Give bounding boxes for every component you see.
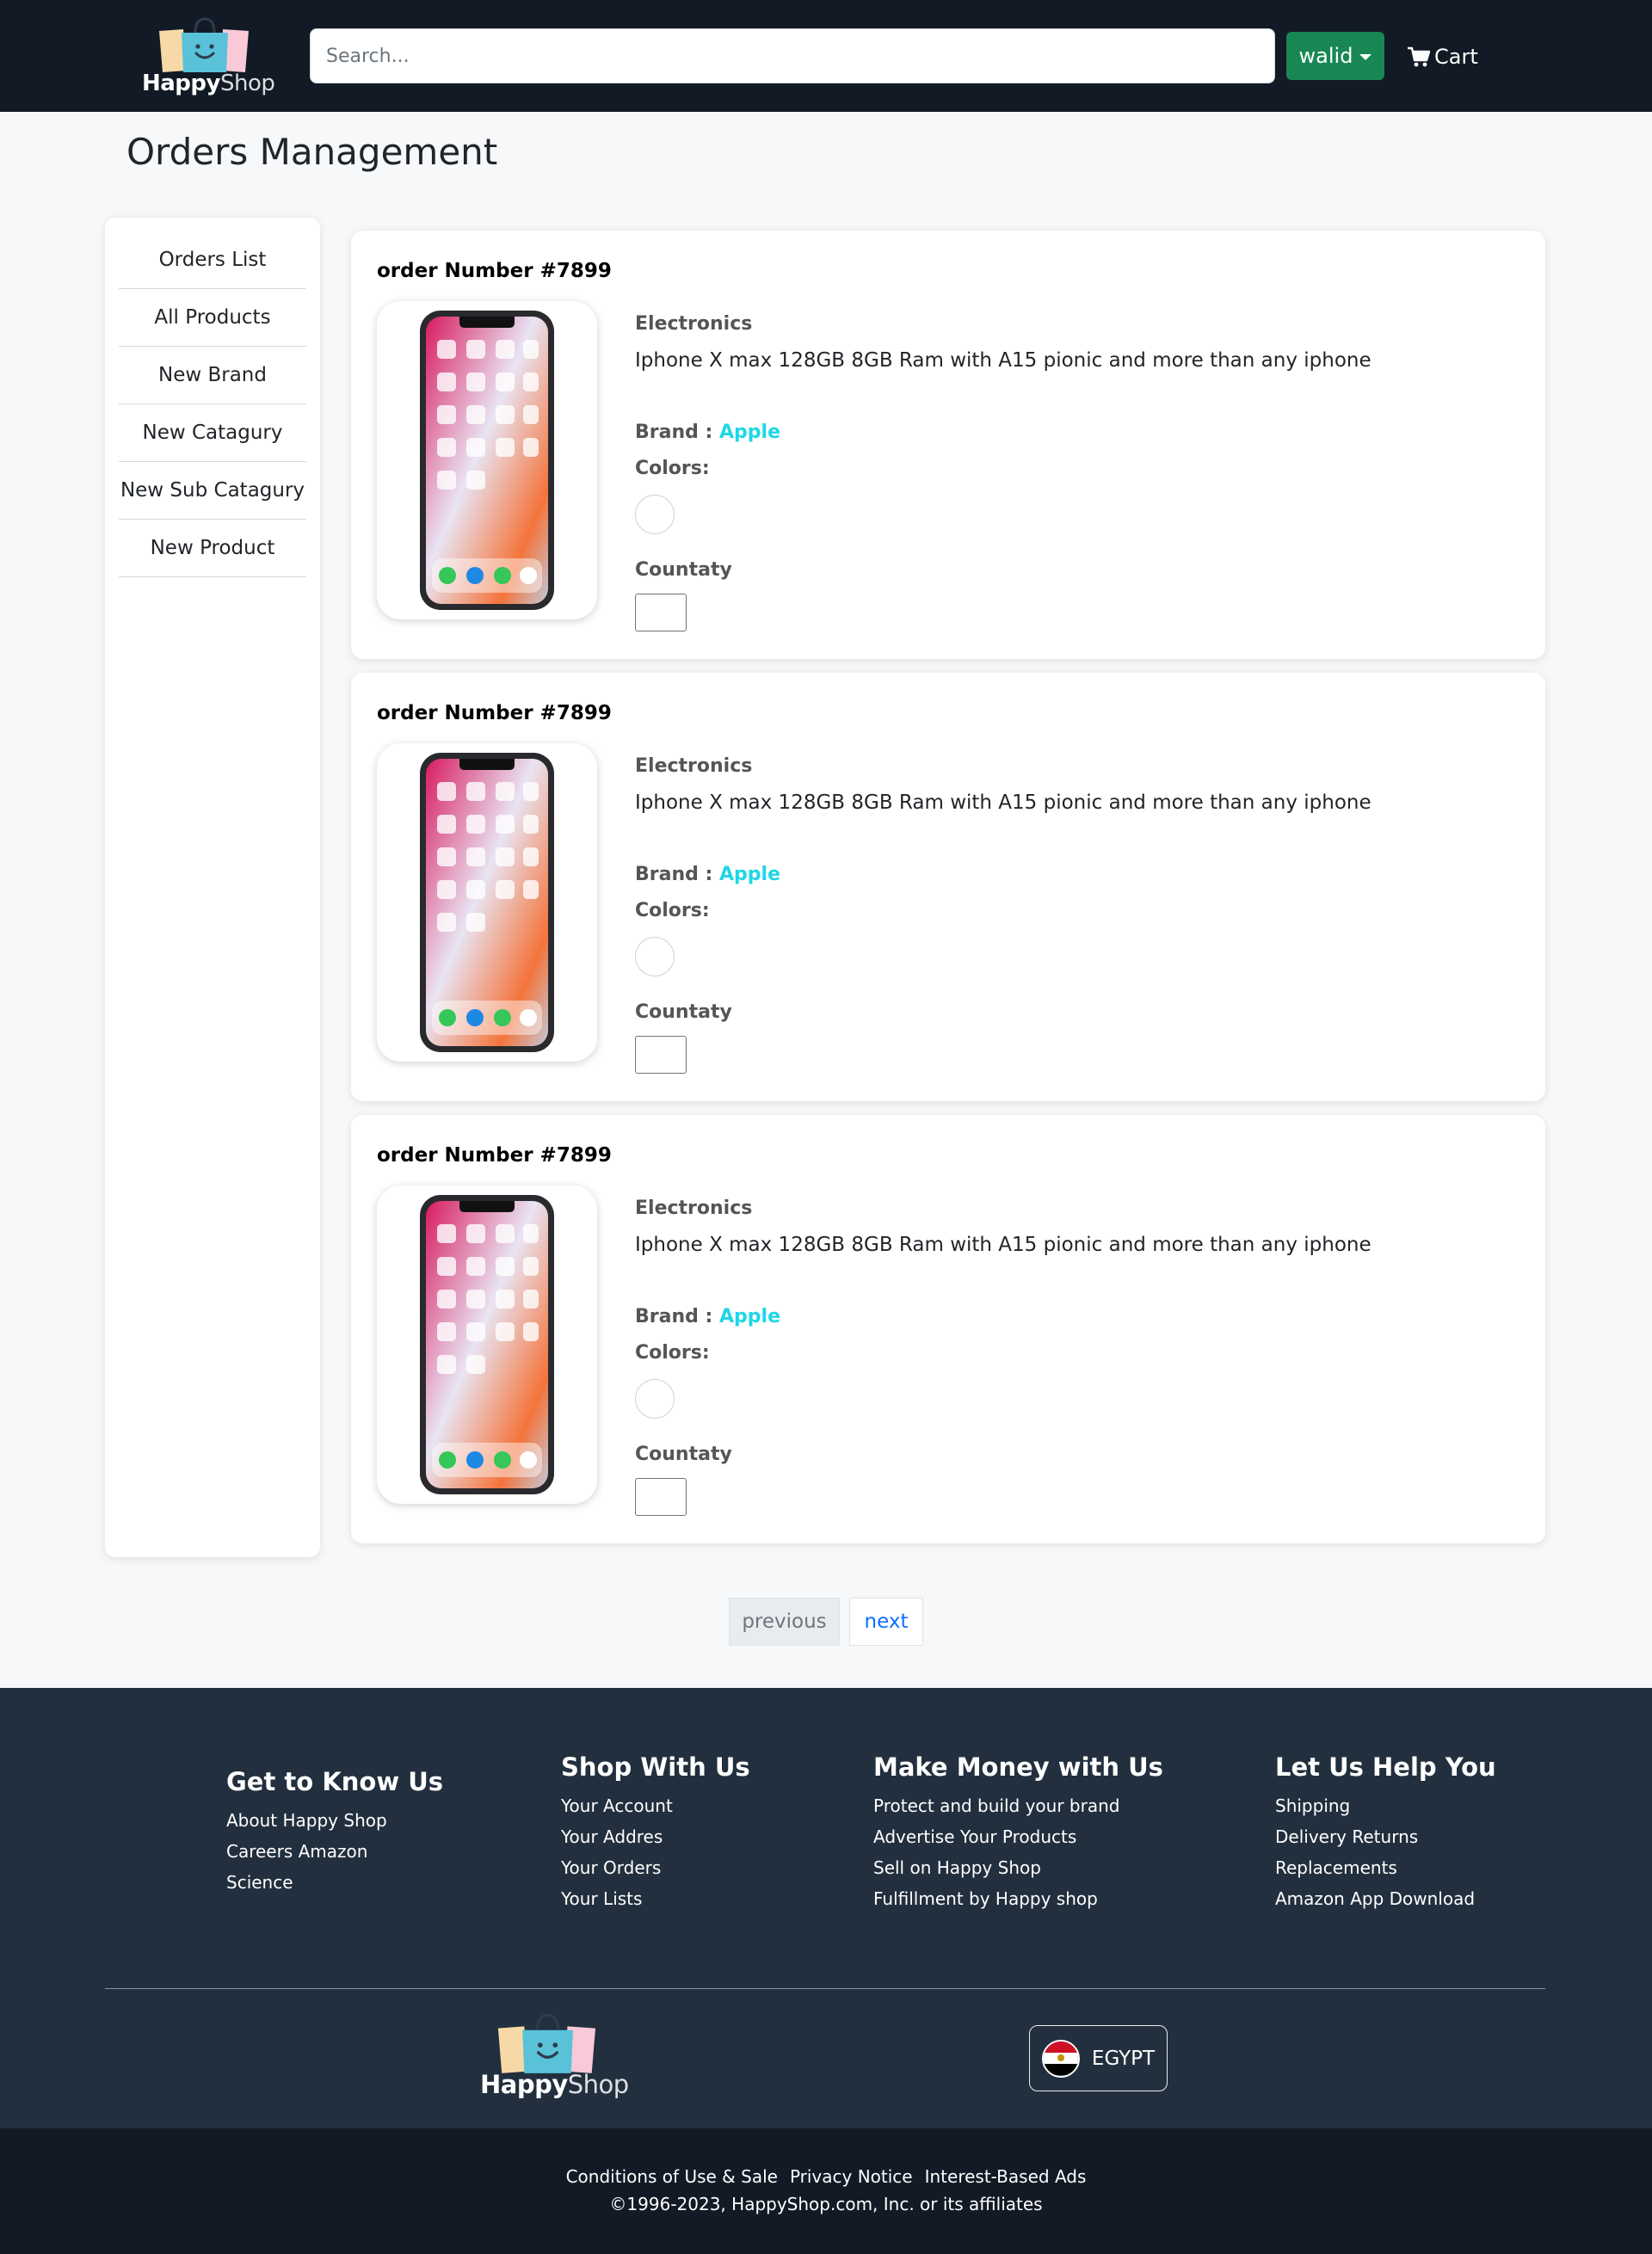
footer-link[interactable]: Delivery Returns xyxy=(1275,1821,1496,1852)
product-category: Electronics xyxy=(635,1198,753,1219)
previous-page-button[interactable]: previous xyxy=(729,1598,840,1646)
footer-link[interactable]: Your Addres xyxy=(561,1821,750,1852)
product-category: Electronics xyxy=(635,755,753,777)
color-swatch[interactable] xyxy=(635,495,675,534)
logo-wordmark: HappyShop xyxy=(480,2070,629,2099)
brand-value: Apple xyxy=(719,864,780,885)
brand-row: Brand : Apple xyxy=(635,422,780,443)
footer-column-get-to-know-us: Get to Know Us About Happy Shop Careers … xyxy=(226,1767,443,1898)
brand-label: Brand : xyxy=(635,1306,713,1327)
egypt-flag-icon xyxy=(1041,2039,1080,2078)
footer-link[interactable]: Sell on Happy Shop xyxy=(873,1852,1163,1883)
quantity-field[interactable] xyxy=(635,594,687,631)
cart-icon xyxy=(1408,46,1431,67)
product-title: Iphone X max 128GB 8GB Ram with A15 pion… xyxy=(635,791,1372,814)
brand-row: Brand : Apple xyxy=(635,1306,780,1327)
country-selector-button[interactable]: EGYPT xyxy=(1029,2025,1168,2091)
footer-link[interactable]: Shipping xyxy=(1275,1790,1496,1821)
footer-link[interactable]: Your Orders xyxy=(561,1852,750,1883)
search-input[interactable] xyxy=(310,28,1275,83)
colors-label: Colors: xyxy=(635,900,710,921)
product-thumbnail[interactable] xyxy=(377,1186,597,1504)
product-thumbnail[interactable] xyxy=(377,743,597,1062)
footer-link[interactable]: Replacements xyxy=(1275,1852,1496,1883)
caret-down-icon xyxy=(1359,53,1372,60)
user-dropdown-button[interactable]: walid xyxy=(1286,32,1384,80)
footer-link[interactable]: Amazon App Download xyxy=(1275,1883,1496,1914)
quantity-label: Countaty xyxy=(635,559,732,581)
footer-link[interactable]: Your Lists xyxy=(561,1883,750,1914)
shopping-bags-logo-icon xyxy=(159,17,249,72)
brand-value: Apple xyxy=(719,1306,780,1327)
smartphone-image xyxy=(420,753,554,1052)
footer-link[interactable]: Fulfillment by Happy shop xyxy=(873,1883,1163,1914)
product-title: Iphone X max 128GB 8GB Ram with A15 pion… xyxy=(635,1234,1372,1256)
legal-links: Conditions of Use & Sale Privacy Notice … xyxy=(0,2166,1652,2187)
product-thumbnail[interactable] xyxy=(377,301,597,619)
quantity-label: Countaty xyxy=(635,1444,732,1465)
shopping-bags-logo-icon xyxy=(497,2013,596,2073)
footer-divider xyxy=(105,1988,1545,1989)
footer-column-heading: Get to Know Us xyxy=(226,1767,444,1796)
cart-link[interactable]: Cart xyxy=(1407,40,1478,74)
order-number: order Number #7899 xyxy=(377,702,612,724)
footer-column-heading: Make Money with Us xyxy=(873,1752,1163,1782)
smartphone-image xyxy=(420,1195,554,1494)
footer-column-make-money: Make Money with Us Protect and build you… xyxy=(873,1752,1163,1914)
colors-label: Colors: xyxy=(635,458,710,479)
sidebar-item-new-brand[interactable]: New Brand xyxy=(119,347,306,404)
footer-column-help: Let Us Help You Shipping Delivery Return… xyxy=(1275,1752,1496,1914)
happyshop-logo[interactable]: HappyShop xyxy=(142,15,275,102)
brand-value: Apple xyxy=(719,422,780,443)
sidebar-item-new-category[interactable]: New Catagury xyxy=(119,404,306,462)
country-label: EGYPT xyxy=(1091,2047,1156,2070)
top-navbar: HappyShop walid Cart xyxy=(0,0,1652,112)
footer-link[interactable]: Careers Amazon xyxy=(226,1836,443,1867)
user-name-label: walid xyxy=(1298,44,1353,68)
color-swatch[interactable] xyxy=(635,937,675,976)
order-number: order Number #7899 xyxy=(377,260,612,282)
sidebar-item-orders-list[interactable]: Orders List xyxy=(119,231,306,289)
next-page-button[interactable]: next xyxy=(849,1598,923,1646)
sidebar-item-new-sub-category[interactable]: New Sub Catagury xyxy=(119,462,306,520)
quantity-field[interactable] xyxy=(635,1036,687,1074)
footer-column-heading: Shop With Us xyxy=(561,1752,750,1782)
order-number: order Number #7899 xyxy=(377,1144,612,1167)
quantity-label: Countaty xyxy=(635,1001,732,1023)
smartphone-image xyxy=(420,311,554,610)
product-category: Electronics xyxy=(635,313,753,335)
quantity-field[interactable] xyxy=(635,1478,687,1516)
footer-logo[interactable]: HappyShop xyxy=(480,2011,629,2106)
order-card: order Number #7899 Electronics Iphone X … xyxy=(351,1115,1545,1543)
cart-label: Cart xyxy=(1434,45,1478,69)
footer-link[interactable]: Science xyxy=(226,1867,443,1898)
footer-legal-link[interactable]: Conditions of Use & Sale xyxy=(566,2166,778,2187)
footer: Get to Know Us About Happy Shop Careers … xyxy=(0,1688,1652,2128)
brand-label: Brand : xyxy=(635,422,713,443)
footer-column-heading: Let Us Help You xyxy=(1275,1752,1496,1782)
colors-label: Colors: xyxy=(635,1342,710,1364)
footer-link[interactable]: About Happy Shop xyxy=(226,1805,443,1836)
admin-sidebar: Orders List All Products New Brand New C… xyxy=(105,218,320,1557)
product-title: Iphone X max 128GB 8GB Ram with A15 pion… xyxy=(635,349,1372,372)
footer-legal-link[interactable]: Privacy Notice xyxy=(790,2166,913,2187)
footer-bottom-bar: Conditions of Use & Sale Privacy Notice … xyxy=(0,2128,1652,2254)
footer-column-shop-with-us: Shop With Us Your Account Your Addres Yo… xyxy=(561,1752,750,1914)
sidebar-item-new-product[interactable]: New Product xyxy=(119,520,306,577)
footer-legal-link[interactable]: Interest-Based Ads xyxy=(925,2166,1087,2187)
color-swatch[interactable] xyxy=(635,1379,675,1419)
footer-link[interactable]: Protect and build your brand xyxy=(873,1790,1163,1821)
order-card: order Number #7899 Electronics Iphone X … xyxy=(351,673,1545,1101)
copyright-text: ©1996-2023, HappyShop.com, Inc. or its a… xyxy=(609,2194,1043,2214)
page-title: Orders Management xyxy=(126,131,498,173)
brand-row: Brand : Apple xyxy=(635,864,780,885)
footer-link[interactable]: Advertise Your Products xyxy=(873,1821,1163,1852)
logo-wordmark: HappyShop xyxy=(142,71,275,96)
order-card: order Number #7899 Electronics Iphone X … xyxy=(351,231,1545,659)
sidebar-item-all-products[interactable]: All Products xyxy=(119,289,306,347)
footer-link[interactable]: Your Account xyxy=(561,1790,750,1821)
brand-label: Brand : xyxy=(635,864,713,885)
